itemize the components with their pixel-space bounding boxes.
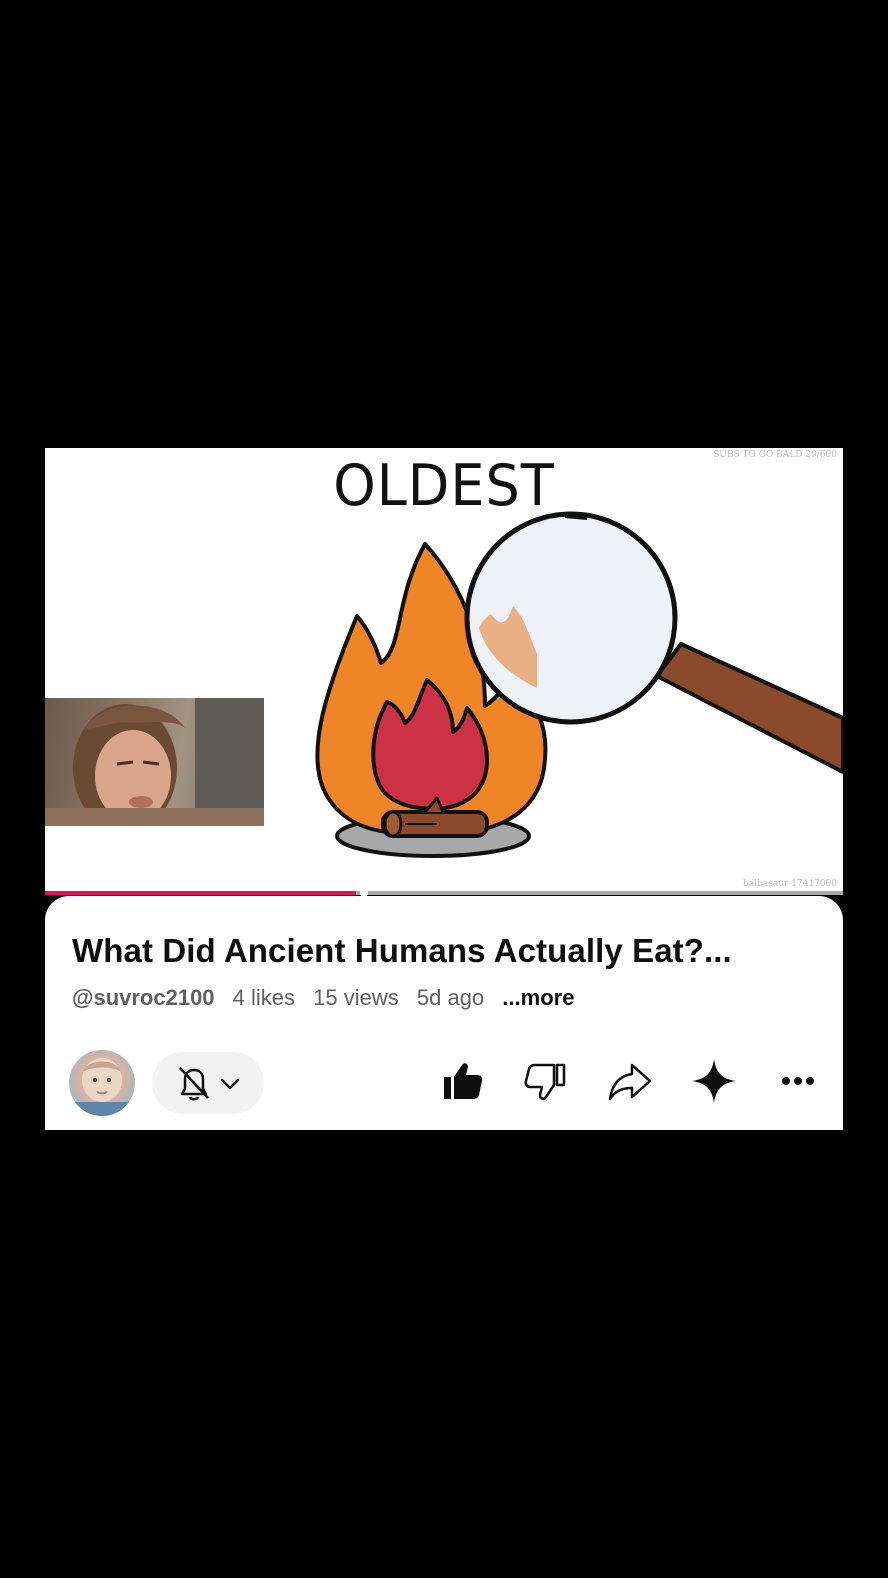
dislike-icon[interactable] (522, 1057, 570, 1105)
subscription-bell-button[interactable] (152, 1052, 264, 1114)
bell-off-icon (179, 1067, 209, 1101)
more-link[interactable]: ...more (502, 985, 574, 1010)
video-player[interactable]: OLDEST SUBS TO GO BALD 29/600 balbasaur … (45, 448, 843, 895)
share-icon[interactable] (606, 1057, 654, 1105)
drawing-title: OLDEST (333, 452, 555, 519)
upload-age: 5d ago (416, 985, 485, 1010)
video-progress-bar[interactable] (45, 889, 843, 897)
watermark-top: SUBS TO GO BALD 29/600 (713, 450, 837, 460)
video-meta: @suvroc2100 4 likes 15 views 5d ago ...m… (72, 985, 586, 1011)
video-title[interactable]: What Did Ancient Humans Actually Eat?... (72, 932, 732, 970)
remix-icon[interactable] (690, 1057, 738, 1105)
likes-count: 4 likes (232, 985, 296, 1010)
more-options-icon[interactable] (774, 1057, 822, 1105)
facecam-overlay (45, 698, 264, 826)
channel-avatar[interactable] (69, 1050, 135, 1116)
video-info-card: What Did Ancient Humans Actually Eat?...… (45, 896, 843, 1130)
watermark-bottom: balbasaur 17417000 (743, 879, 837, 889)
like-icon[interactable] (438, 1057, 486, 1105)
chevron-down-icon (220, 1078, 240, 1090)
views-count: 15 views (313, 985, 399, 1010)
progress-fill (45, 891, 357, 895)
channel-handle[interactable]: @suvroc2100 (72, 985, 215, 1010)
